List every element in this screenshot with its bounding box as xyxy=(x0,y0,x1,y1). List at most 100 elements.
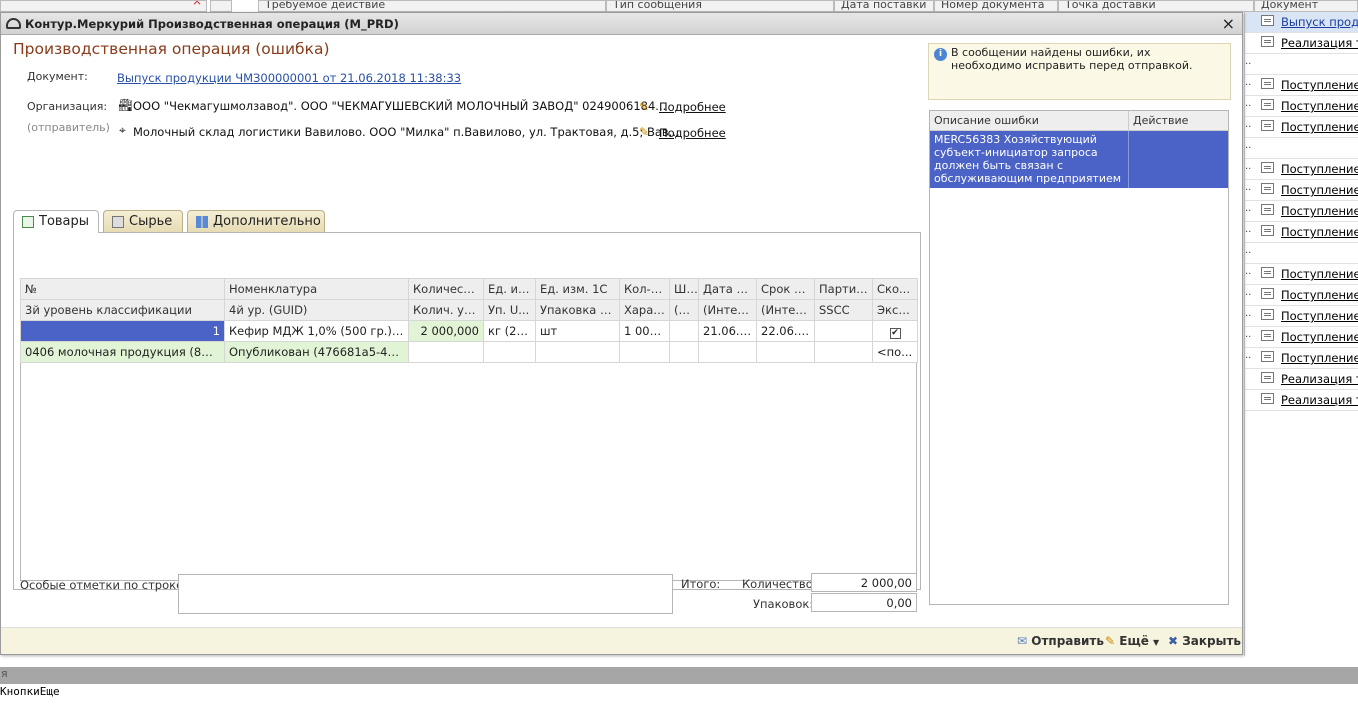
grid-header-cell[interactable]: (Интер... xyxy=(698,299,757,321)
grid-cell[interactable]: ✔ xyxy=(872,320,918,342)
grid-header-cell[interactable]: Ско... xyxy=(872,278,918,300)
list-item[interactable]: .. Поступление т xyxy=(1245,348,1358,369)
col-error-description[interactable]: Описание ошибки xyxy=(930,111,1129,131)
grid-cell[interactable] xyxy=(814,341,873,363)
grid-cell[interactable]: 1 xyxy=(20,320,225,342)
list-item[interactable]: .. Поступление т xyxy=(1245,222,1358,243)
bg-col-doc-number[interactable]: Номер документа xyxy=(934,0,1058,12)
bg-col-delivery-point[interactable]: Точка доставки xyxy=(1058,0,1254,12)
row-notes-field[interactable] xyxy=(178,574,673,614)
more-button[interactable]: ✎ Ещё ▼ xyxy=(1105,634,1159,648)
grid-header-cell[interactable]: Харак... xyxy=(619,299,670,321)
grid-cell[interactable]: <по... xyxy=(872,341,918,363)
list-item-link[interactable]: Выпуск проду xyxy=(1281,15,1358,29)
error-row[interactable]: MERC56383 Хозяйствующий субъект-инициато… xyxy=(930,131,1228,188)
send-button[interactable]: ✉ Отправить xyxy=(1017,634,1104,648)
bg-col-document[interactable]: Документ xyxy=(1254,0,1358,12)
grid-cell[interactable]: кг (21... xyxy=(483,320,536,342)
list-item[interactable]: .. Поступление т xyxy=(1245,201,1358,222)
bg-toolbar-button[interactable] xyxy=(210,0,232,12)
close-icon[interactable]: × xyxy=(1222,14,1235,33)
grid-header-cell[interactable]: (Интер... xyxy=(756,299,815,321)
table-row[interactable]: 1 Кефир МДЖ 1,0% (500 гр.) пл... 2 000,000… xyxy=(20,320,918,342)
list-item[interactable]: Реализация то xyxy=(1245,390,1358,411)
list-item[interactable]: .. Поступление т xyxy=(1245,306,1358,327)
grid-cell[interactable]: 0406 молочная продукция (870са... xyxy=(20,341,225,363)
grid-cell[interactable]: шт xyxy=(535,320,620,342)
grid-header-cell[interactable]: (G... xyxy=(669,299,699,321)
list-item-link[interactable]: Поступление т xyxy=(1281,351,1358,365)
grid-header-cell[interactable]: № xyxy=(20,278,225,300)
grid-cell[interactable]: 2 000,000 xyxy=(408,320,484,342)
edit-organization-icon[interactable]: ✎ xyxy=(639,100,651,114)
list-item[interactable]: .. xyxy=(1245,54,1358,75)
list-item-link[interactable]: Поступление т xyxy=(1281,183,1358,197)
grid-header-cell[interactable]: Партия... xyxy=(814,278,873,300)
tab-additional[interactable]: Дополнительно xyxy=(187,210,325,232)
errors-table[interactable]: Описание ошибки Действие MERC56383 Хозяй… xyxy=(929,110,1229,605)
grid-cell[interactable]: Кефир МДЖ 1,0% (500 гр.) пл... xyxy=(224,320,409,342)
tab-raw-materials[interactable]: Сырье xyxy=(103,210,183,232)
list-item[interactable]: Реализация то xyxy=(1245,33,1358,54)
bg-col-message-type[interactable]: Тип сообщения xyxy=(606,0,834,12)
list-item-link[interactable]: Поступление т xyxy=(1281,309,1358,323)
grid-header-cell[interactable]: Дата п... xyxy=(698,278,757,300)
grid-cell[interactable] xyxy=(535,341,620,363)
grid-cell[interactable]: 21.06.2... xyxy=(698,320,757,342)
grid-header-cell[interactable]: Упаковка 1С xyxy=(535,299,620,321)
organization-more-link[interactable]: Подробнее xyxy=(659,100,726,114)
grid-header-cell[interactable]: SSCC xyxy=(814,299,873,321)
list-item[interactable]: .. xyxy=(1245,138,1358,159)
bg-col-required-action[interactable]: Требуемое действие xyxy=(258,0,606,12)
grid-header-cell[interactable]: Срок г... xyxy=(756,278,815,300)
grid-header-cell[interactable]: Кол-в... xyxy=(619,278,670,300)
grid-cell[interactable] xyxy=(698,341,757,363)
list-item-link[interactable]: Реализация то xyxy=(1281,372,1358,386)
col-error-action[interactable]: Действие xyxy=(1129,111,1228,131)
grid-cell[interactable] xyxy=(408,341,484,363)
list-item-link[interactable]: Поступление т xyxy=(1281,120,1358,134)
bg-col-delivery-date[interactable]: Дата поставки xyxy=(834,0,934,12)
list-item[interactable]: .. Поступление т xyxy=(1245,159,1358,180)
list-item[interactable]: .. Поступление т xyxy=(1245,180,1358,201)
grid-header-cell[interactable]: Эксп... xyxy=(872,299,918,321)
list-item-link[interactable]: Поступление т xyxy=(1281,99,1358,113)
list-item-link[interactable]: Реализация то xyxy=(1281,393,1358,407)
grid-cell[interactable]: 22.06.2... xyxy=(756,320,815,342)
grid-cell[interactable] xyxy=(619,341,670,363)
list-item-link[interactable]: Поступление т xyxy=(1281,288,1358,302)
grid-header-cell[interactable]: Колич. уп... xyxy=(408,299,484,321)
list-item[interactable]: .. Поступление т xyxy=(1245,264,1358,285)
list-item-link[interactable]: Поступление т xyxy=(1281,78,1358,92)
table-row[interactable]: 0406 молочная продукция (870са... Опублик… xyxy=(20,341,918,363)
warehouse-more-link[interactable]: Подробнее xyxy=(659,126,726,140)
grid-cell[interactable] xyxy=(814,320,873,342)
list-item-link[interactable]: Поступление т xyxy=(1281,267,1358,281)
tab-goods[interactable]: Товары xyxy=(13,210,99,233)
grid-header-cell[interactable]: 3й уровень классификации xyxy=(20,299,225,321)
document-link[interactable]: Выпуск продукции ЧМЗ00000001 от 21.06.20… xyxy=(117,71,461,85)
list-item-link[interactable]: Поступление т xyxy=(1281,162,1358,176)
grid-header-cell[interactable]: Количество xyxy=(408,278,484,300)
grid-cell[interactable] xyxy=(669,341,699,363)
edit-warehouse-icon[interactable]: ✎ xyxy=(639,125,651,139)
list-item[interactable]: .. xyxy=(1245,243,1358,264)
title-bar[interactable]: Контур.Меркурий Производственная операци… xyxy=(1,13,1242,35)
grid-cell[interactable]: 1 000,... xyxy=(619,320,670,342)
grid-cell[interactable] xyxy=(669,320,699,342)
list-item[interactable]: .. Поступление т xyxy=(1245,285,1358,306)
list-item[interactable]: Выпуск проду xyxy=(1245,12,1358,33)
close-button[interactable]: ✖ Закрыть xyxy=(1168,634,1241,648)
list-item-link[interactable]: Поступление т xyxy=(1281,330,1358,344)
list-item-link[interactable]: Поступление т xyxy=(1281,225,1358,239)
export-checkbox[interactable]: ✔ xyxy=(889,327,901,339)
list-item[interactable]: .. Поступление т xyxy=(1245,117,1358,138)
grid-cell[interactable] xyxy=(483,341,536,363)
grid-header-cell[interactable]: 4й ур. (GUID) xyxy=(224,299,409,321)
list-item[interactable]: .. Поступление т xyxy=(1245,327,1358,348)
grid-header-cell[interactable]: Номенклатура xyxy=(224,278,409,300)
grid-cell[interactable] xyxy=(756,341,815,363)
list-item[interactable]: .. Поступление т xyxy=(1245,96,1358,117)
grid-header-cell[interactable]: Ед. из... xyxy=(483,278,536,300)
list-item[interactable]: Реализация то xyxy=(1245,369,1358,390)
